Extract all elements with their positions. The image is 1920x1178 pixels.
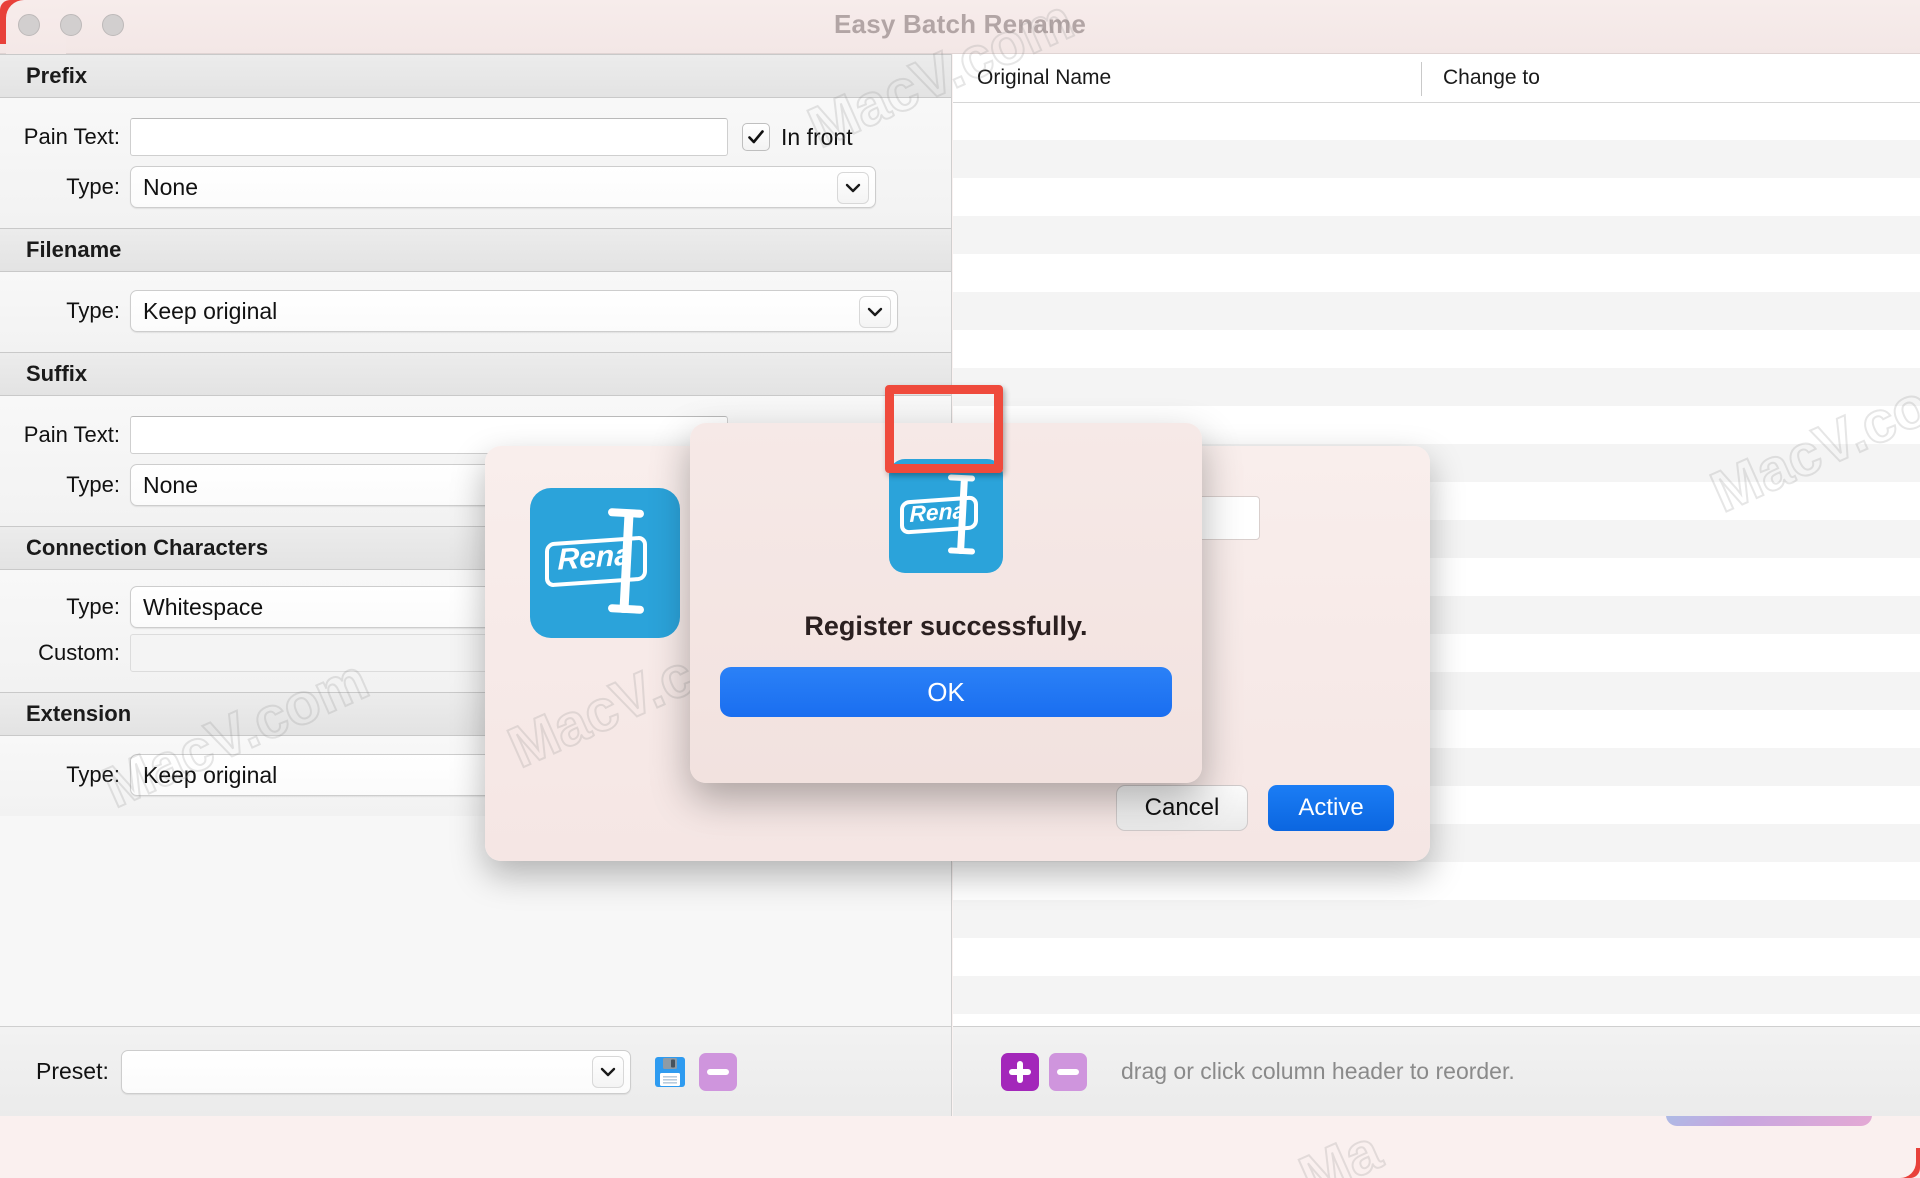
column-header-change-to[interactable]: Change to bbox=[1443, 66, 1540, 90]
window-title: Easy Batch Rename bbox=[834, 9, 1086, 39]
label-prefix-pain-text: Pain Text: bbox=[23, 124, 120, 149]
ok-button[interactable]: OK bbox=[720, 667, 1172, 717]
section-title: Suffix bbox=[26, 361, 88, 386]
rena-app-icon: Rena bbox=[530, 488, 680, 638]
section-title: Connection Characters bbox=[26, 535, 269, 560]
column-divider[interactable] bbox=[1421, 62, 1422, 96]
rena-app-icon: Rena bbox=[889, 459, 1003, 573]
section-header-suffix: Suffix bbox=[0, 352, 951, 396]
label-suffix-pain-text: Pain Text: bbox=[23, 422, 120, 447]
table-row[interactable] bbox=[953, 330, 1920, 368]
label-extension-type: Type: bbox=[66, 762, 120, 787]
file-list-toolbar: drag or click column header to reorder. bbox=[953, 1026, 1920, 1116]
footer-bar: Perform bbox=[0, 1116, 1920, 1178]
section-body-prefix: Pain Text: In front Type: None bbox=[0, 98, 951, 228]
label-suffix-type: Type: bbox=[66, 472, 120, 497]
section-body-filename: Type: Keep original bbox=[0, 272, 951, 352]
window-corner-mask-bottom bbox=[1870, 1138, 1916, 1178]
label-connection-type: Type: bbox=[66, 594, 120, 619]
preset-toolbar: Preset: bbox=[0, 1026, 952, 1116]
table-row[interactable] bbox=[953, 140, 1920, 178]
table-row[interactable] bbox=[953, 900, 1920, 938]
close-button[interactable] bbox=[18, 14, 40, 36]
chevron-down-icon[interactable] bbox=[837, 172, 869, 204]
prefix-pain-text-input[interactable] bbox=[130, 118, 728, 156]
suffix-type-value: None bbox=[143, 471, 198, 498]
table-row[interactable] bbox=[953, 216, 1920, 254]
preset-label: Preset: bbox=[36, 1058, 109, 1084]
minus-icon bbox=[706, 1068, 729, 1075]
chevron-down-icon[interactable] bbox=[591, 1055, 624, 1088]
register-dialog-buttons: Cancel Active bbox=[1116, 785, 1394, 831]
preset-select[interactable] bbox=[120, 1049, 631, 1094]
in-front-label: In front bbox=[781, 123, 853, 150]
label-connection-custom: Custom: bbox=[38, 640, 120, 665]
prefix-type-value: None bbox=[143, 173, 198, 200]
perform-button[interactable]: Perform bbox=[1666, 1116, 1872, 1126]
traffic-lights bbox=[18, 14, 124, 36]
label-prefix-type: Type: bbox=[66, 174, 120, 199]
row-filename-type: Type: Keep original bbox=[0, 286, 951, 336]
table-row[interactable] bbox=[953, 254, 1920, 292]
extension-type-value: Keep original bbox=[143, 761, 278, 788]
minimize-button[interactable] bbox=[60, 14, 82, 36]
check-icon bbox=[748, 130, 764, 144]
table-header: Original Name Change to bbox=[953, 54, 1920, 103]
app-window: Easy Batch Rename Prefix Pain Text: In f… bbox=[0, 0, 1920, 1178]
column-header-original-name[interactable]: Original Name bbox=[977, 66, 1111, 90]
reorder-hint: drag or click column header to reorder. bbox=[1121, 1058, 1515, 1084]
table-row[interactable] bbox=[953, 368, 1920, 406]
prefix-type-select[interactable]: None bbox=[130, 166, 876, 208]
table-row[interactable] bbox=[953, 292, 1920, 330]
table-row[interactable] bbox=[953, 178, 1920, 216]
title-bar: Easy Batch Rename bbox=[0, 0, 1920, 54]
zoom-button[interactable] bbox=[102, 14, 124, 36]
active-button[interactable]: Active bbox=[1268, 785, 1394, 831]
section-header-filename: Filename bbox=[0, 228, 951, 272]
in-front-checkbox[interactable] bbox=[742, 123, 770, 151]
floppy-disk-icon bbox=[654, 1056, 685, 1087]
alert-message: Register successfully. bbox=[804, 611, 1088, 641]
alert-dialog: Rena Register successfully. OK bbox=[690, 423, 1202, 783]
table-row[interactable] bbox=[953, 102, 1920, 140]
table-row[interactable] bbox=[953, 938, 1920, 976]
remove-preset-button[interactable] bbox=[698, 1052, 737, 1091]
save-preset-button[interactable] bbox=[651, 1053, 689, 1091]
table-row[interactable] bbox=[953, 862, 1920, 900]
row-prefix-pain-text: Pain Text: In front bbox=[0, 112, 951, 162]
section-title: Extension bbox=[26, 701, 132, 726]
table-row[interactable] bbox=[953, 976, 1920, 1014]
section-header-prefix: Prefix bbox=[0, 54, 951, 98]
label-filename-type: Type: bbox=[66, 298, 120, 323]
section-title: Filename bbox=[26, 237, 122, 262]
filename-type-value: Keep original bbox=[143, 297, 278, 324]
in-front-checkbox-group[interactable]: In front bbox=[742, 123, 853, 151]
remove-files-button[interactable] bbox=[1049, 1052, 1087, 1091]
cancel-button[interactable]: Cancel bbox=[1116, 785, 1248, 831]
section-title: Prefix bbox=[26, 63, 88, 88]
plus-icon bbox=[1009, 1060, 1031, 1083]
minus-icon bbox=[1057, 1068, 1079, 1075]
chevron-down-icon[interactable] bbox=[859, 296, 891, 328]
row-prefix-type: Type: None bbox=[0, 162, 951, 212]
add-files-button[interactable] bbox=[1001, 1052, 1039, 1091]
bottom-toolbar: Preset: drag or click column header to r… bbox=[0, 1026, 1920, 1116]
connection-type-value: Whitespace bbox=[143, 593, 264, 620]
filename-type-select[interactable]: Keep original bbox=[130, 290, 898, 332]
